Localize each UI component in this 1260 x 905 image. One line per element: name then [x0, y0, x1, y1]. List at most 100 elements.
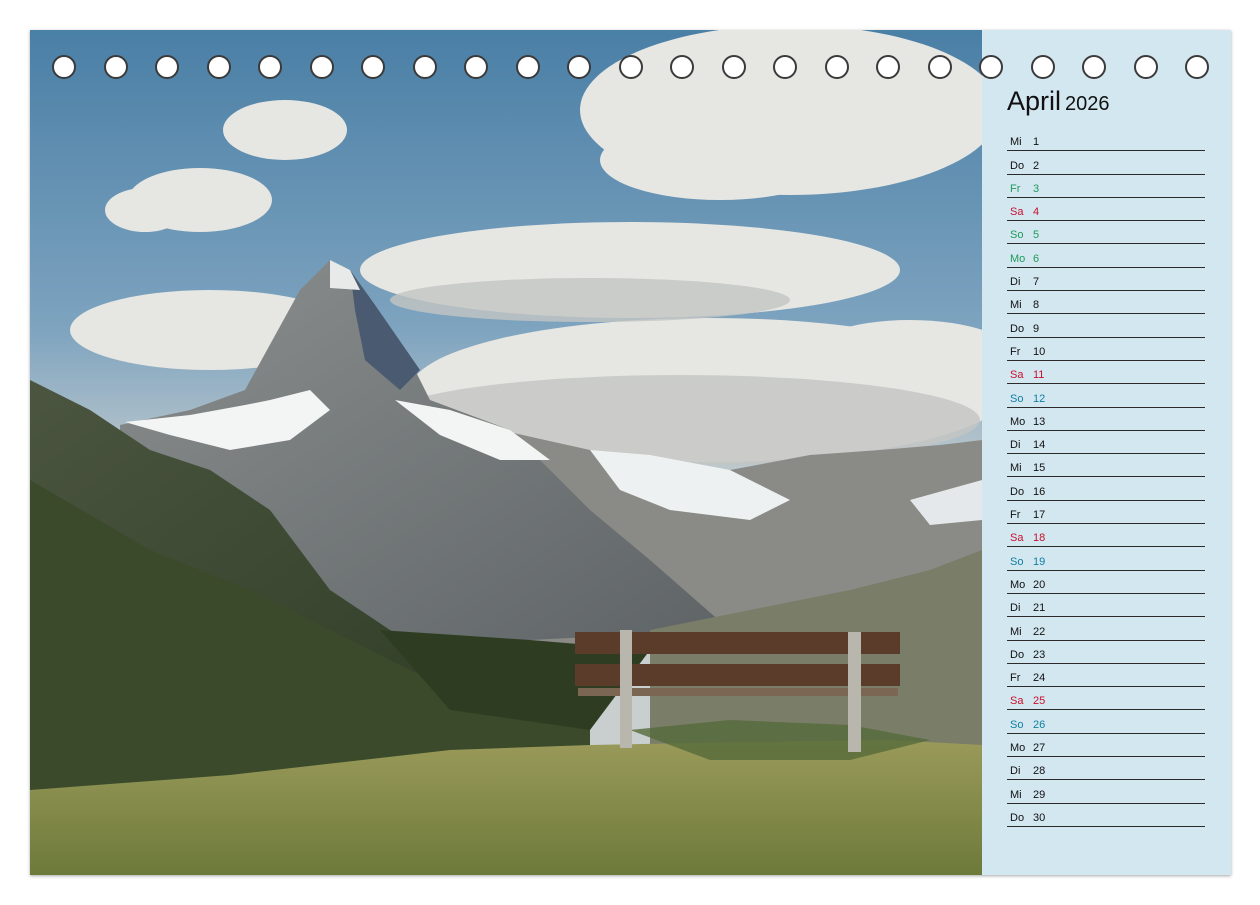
binding-hole — [1133, 55, 1158, 79]
weekday-label: Mi — [1010, 136, 1022, 149]
day-row: Do 23 — [1007, 641, 1205, 664]
binding-hole — [464, 55, 488, 79]
binding-hole — [567, 55, 591, 79]
day-number: 2 — [1033, 159, 1040, 172]
day-row: Mo 20 — [1007, 571, 1205, 594]
day-row: Mi 1 — [1007, 128, 1205, 152]
day-number: 5 — [1033, 229, 1040, 242]
binding-hole — [361, 55, 385, 79]
day-row: Sa 11 — [1007, 361, 1205, 385]
weekday-label: Mo — [1010, 742, 1026, 755]
day-number: 24 — [1033, 672, 1046, 685]
weekday-label: So — [1010, 392, 1024, 405]
binding-hole — [515, 55, 540, 79]
day-number: 11 — [1033, 369, 1045, 382]
year: 2026 — [1065, 93, 1110, 115]
binding-hole — [618, 55, 643, 79]
weekday-label: Do — [1010, 322, 1025, 335]
day-row: Fr 24 — [1007, 664, 1205, 688]
day-row: Mi 22 — [1007, 617, 1205, 641]
weekday-label: Sa — [1010, 695, 1024, 708]
day-number: 25 — [1033, 695, 1046, 708]
day-number: 21 — [1033, 602, 1046, 615]
weekday-label: Mo — [1010, 415, 1026, 428]
day-row: Mi 15 — [1007, 454, 1205, 478]
weekday-label: Mo — [1010, 578, 1026, 591]
calendar-panel: April 2026 Mi 1 Do 2 Fr 3 Sa 4 So 5 Mo 6 Di 7 Mi 8 Do 9 Fr 1… — [982, 30, 1231, 875]
day-row: So 12 — [1007, 384, 1205, 408]
binding-hole — [670, 55, 694, 79]
weekday-label: Do — [1010, 811, 1025, 824]
binding-hole — [103, 55, 128, 79]
binding-hole — [309, 55, 334, 79]
day-row: Di 28 — [1007, 757, 1205, 781]
binding-hole — [52, 55, 76, 79]
binding-hole — [773, 55, 797, 79]
weekday-label: Sa — [1010, 532, 1024, 545]
day-row: Do 9 — [1007, 314, 1205, 338]
day-row: Do 16 — [1007, 477, 1205, 501]
calendar-page: April 2026 Mi 1 Do 2 Fr 3 Sa 4 So 5 Mo 6 Di 7 Mi 8 Do 9 Fr 1… — [30, 30, 1231, 875]
day-row: Sa 25 — [1007, 687, 1205, 711]
weekday-label: Do — [1010, 648, 1025, 661]
binding-hole — [721, 55, 746, 79]
weekday-label: Fr — [1010, 182, 1021, 195]
month-name: April — [1007, 86, 1062, 116]
weekday-label: Mi — [1010, 788, 1022, 801]
day-number: 30 — [1033, 811, 1046, 824]
weekday-label: Sa — [1010, 369, 1024, 382]
binding-hole — [876, 55, 900, 79]
photo-matterhorn-bench — [30, 30, 982, 875]
day-row: So 26 — [1007, 710, 1205, 734]
binding-hole — [155, 55, 179, 79]
day-row: Fr 17 — [1007, 501, 1205, 525]
day-number: 22 — [1033, 625, 1046, 638]
weekday-label: So — [1010, 718, 1024, 731]
day-number: 17 — [1033, 509, 1046, 522]
weekday-label: Do — [1010, 159, 1025, 172]
day-number: 19 — [1033, 555, 1046, 568]
binding-hole — [927, 55, 952, 79]
day-row: So 19 — [1007, 547, 1205, 571]
binding-hole — [258, 55, 282, 79]
day-row: Do 2 — [1007, 151, 1205, 175]
weekday-label: Di — [1010, 439, 1021, 452]
weekday-label: Fr — [1010, 509, 1021, 522]
day-row: So 5 — [1007, 221, 1205, 245]
weekday-label: Mi — [1010, 625, 1022, 638]
day-row: Mo 6 — [1007, 244, 1205, 268]
day-number: 14 — [1033, 439, 1046, 452]
weekday-label: Mo — [1010, 252, 1026, 265]
binding-hole — [1030, 55, 1055, 79]
day-number: 20 — [1033, 578, 1046, 591]
weekday-label: Do — [1010, 485, 1025, 498]
day-number: 26 — [1033, 718, 1046, 731]
day-row: Mi 8 — [1007, 291, 1205, 315]
day-number: 12 — [1033, 392, 1046, 405]
binding-hole — [1185, 55, 1209, 79]
weekday-label: Sa — [1010, 206, 1024, 219]
weekday-label: So — [1010, 555, 1024, 568]
day-number: 8 — [1033, 299, 1040, 312]
binding-hole — [824, 55, 849, 79]
day-list: Mi 1 Do 2 Fr 3 Sa 4 So 5 Mo 6 Di 7 Mi 8 Do 9 Fr 10 Sa 11 So 12 M… — [1007, 128, 1205, 827]
day-number: 9 — [1033, 322, 1040, 335]
day-row: Mo 13 — [1007, 408, 1205, 431]
day-row: Mo 27 — [1007, 734, 1205, 758]
weekday-label: Mi — [1010, 462, 1022, 475]
day-number: 4 — [1033, 206, 1040, 219]
day-number: 1 — [1033, 136, 1040, 149]
binding-hole — [979, 55, 1003, 79]
day-number: 13 — [1033, 415, 1046, 428]
weekday-label: Di — [1010, 602, 1021, 615]
binding-hole — [206, 55, 231, 79]
day-number: 15 — [1033, 462, 1046, 475]
day-row: Sa 4 — [1007, 198, 1205, 222]
day-number: 28 — [1033, 765, 1046, 778]
weekday-label: Di — [1010, 765, 1021, 778]
day-row: Di 7 — [1007, 268, 1205, 292]
day-number: 16 — [1033, 485, 1046, 498]
month-title: April 2026 — [1007, 86, 1110, 117]
binding-hole — [412, 55, 437, 79]
weekday-label: Fr — [1010, 672, 1021, 685]
